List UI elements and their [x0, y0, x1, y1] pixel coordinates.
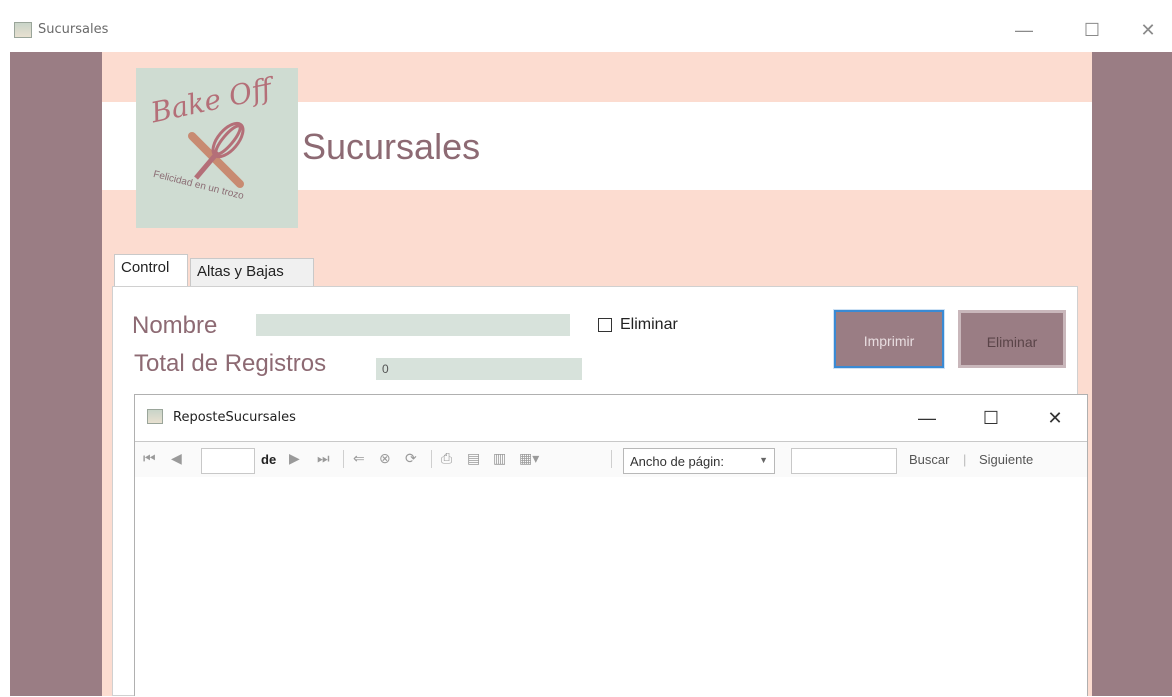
toolbar-separator [431, 450, 432, 468]
next-page-icon[interactable]: ▶ [289, 450, 300, 467]
window-titlebar: Sucursales — ☐ ✕ [0, 0, 1172, 52]
report-toolbar: ⏮ ◀ de ▶ ⏭ ⇐ ⊗ ⟳ ⎙ ▤ ▥ ▦▾ Ancho de págin… [135, 441, 1087, 477]
report-window-title: ReposteSucursales [173, 410, 296, 425]
refresh-icon[interactable]: ⟳ [405, 450, 417, 467]
left-side-panel [10, 52, 102, 696]
bake-off-logo: Bake Off Felicidad en un trozo [136, 68, 298, 228]
first-page-icon[interactable]: ⏮ [143, 450, 156, 467]
stop-icon[interactable]: ⊗ [379, 450, 391, 467]
minimize-button[interactable]: — [1004, 14, 1044, 46]
window-title: Sucursales [38, 22, 109, 37]
report-titlebar: ReposteSucursales — ☐ ✕ [135, 395, 1087, 441]
page-setup-icon[interactable]: ▥ [493, 450, 506, 467]
previous-page-icon[interactable]: ◀ [171, 450, 182, 467]
report-viewer-window: ReposteSucursales — ☐ ✕ ⏮ ◀ de ▶ ⏭ ⇐ ⊗ ⟳… [134, 394, 1088, 697]
zoom-select-value: Ancho de págin: [630, 454, 724, 469]
print-icon[interactable]: ⎙ [441, 450, 452, 467]
toolbar-separator [343, 450, 344, 468]
page-of-label: de [261, 452, 277, 467]
report-app-icon [147, 409, 163, 424]
imprimir-button[interactable]: Imprimir [833, 309, 945, 369]
zoom-select[interactable]: Ancho de págin: ▼ [623, 448, 775, 474]
tab-altas-y-bajas[interactable]: Altas y Bajas [190, 258, 314, 286]
search-input[interactable] [791, 448, 897, 474]
print-layout-icon[interactable]: ▤ [467, 450, 480, 467]
chevron-down-icon: ▼ [759, 455, 768, 465]
toolbar-text-separator: | [963, 452, 967, 467]
nombre-label: Nombre [132, 312, 218, 339]
last-page-icon[interactable]: ⏭ [317, 450, 330, 467]
report-close-button[interactable]: ✕ [1037, 403, 1073, 433]
total-registros-field[interactable]: 0 [376, 358, 582, 380]
page-number-input[interactable] [201, 448, 255, 474]
report-maximize-button[interactable]: ☐ [973, 403, 1009, 433]
maximize-button[interactable]: ☐ [1072, 14, 1112, 46]
buscar-button[interactable]: Buscar [909, 452, 949, 467]
back-icon[interactable]: ⇐ [353, 450, 365, 467]
nombre-field[interactable] [256, 314, 570, 336]
export-icon[interactable]: ▦▾ [519, 450, 539, 467]
eliminar-checkbox-label[interactable]: Eliminar [620, 316, 678, 334]
siguiente-button[interactable]: Siguiente [979, 452, 1033, 467]
right-side-panel [1092, 52, 1172, 696]
tab-control[interactable]: Control [114, 254, 188, 288]
whisk-rolling-pin-icon [188, 121, 245, 188]
eliminar-button[interactable]: Eliminar [958, 310, 1066, 368]
app-icon [14, 22, 32, 38]
total-registros-label: Total de Registros [134, 350, 327, 377]
close-button[interactable]: ✕ [1128, 14, 1168, 46]
toolbar-separator [611, 450, 612, 468]
page-title: Sucursales [302, 126, 481, 167]
eliminar-checkbox[interactable] [598, 318, 612, 332]
report-content-area [135, 477, 1087, 697]
report-minimize-button[interactable]: — [909, 403, 945, 433]
